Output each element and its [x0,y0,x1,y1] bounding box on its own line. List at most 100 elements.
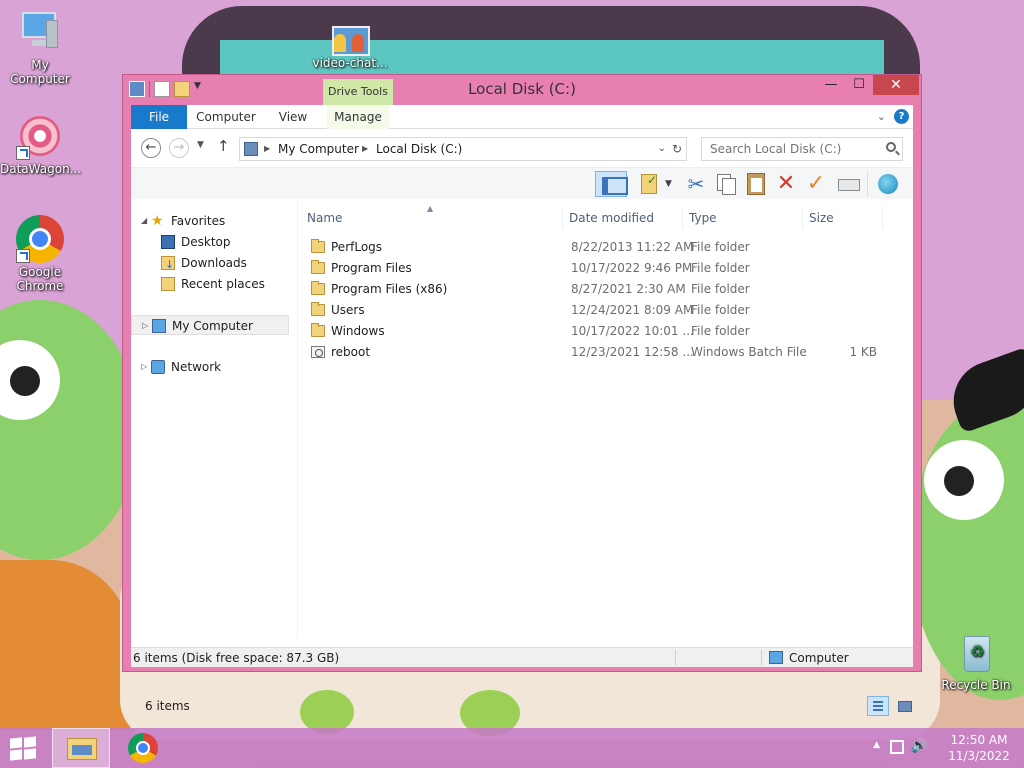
help-button[interactable]: ? [894,109,909,124]
navigation-pane-layout-button[interactable] [595,171,628,197]
minimize-button[interactable]: — [817,75,845,95]
recent-locations-chevron-icon[interactable]: ▼ [197,140,204,150]
column-header-size[interactable]: Size [803,207,883,229]
file-row[interactable]: Users 12/24/2021 8:09 AM File folder [301,300,901,321]
large-icons-view-button[interactable] [893,696,915,716]
file-list: ▲ Name Date modified Type Size PerfLogs … [301,199,913,639]
pane-splitter[interactable] [297,199,298,639]
tab-computer[interactable]: Computer [195,105,257,129]
maximize-button[interactable]: ☐ [845,75,873,95]
address-bar[interactable]: ▶ My Computer ▶ Local Disk (C:) ⌄ ↻ [239,137,687,161]
file-row[interactable]: Program Files 10/17/2022 9:46 PM File fo… [301,258,901,279]
column-header-type[interactable]: Type [683,207,803,229]
desktop-icon-video-chat[interactable]: video-chat... [310,20,390,70]
rename-button[interactable]: ✓ [803,171,829,197]
properties-button[interactable]: ✓ [637,171,663,197]
desktop-icon-datawagon[interactable]: DataWagon... [0,112,81,176]
expand-arrow-icon[interactable]: ▷ [141,357,147,377]
sidebar-item-favorites[interactable]: ◢ ★ Favorites [131,211,289,231]
address-history-chevron-icon[interactable]: ⌄ [658,138,666,160]
title-bar[interactable]: Local Disk (C:) ▼ Drive Tools — ☐ ✕ [123,75,921,105]
folder-icon [311,323,325,337]
status-bar: 6 items (Disk free space: 87.3 GB) Compu… [131,647,913,667]
breadcrumb-local-disk[interactable]: Local Disk (C:) [376,138,462,160]
expand-arrow-icon[interactable]: ▷ [142,316,148,336]
file-type: File folder [691,261,750,275]
desktop-icon-label: video-chat... [312,56,388,70]
close-button[interactable]: ✕ [873,75,919,95]
breadcrumb-separator-icon[interactable]: ▶ [362,138,368,160]
new-folder-icon[interactable] [174,81,190,97]
file-row[interactable]: Windows 10/17/2022 10:01 ... File folder [301,321,901,342]
start-button[interactable] [10,736,38,761]
drive-button[interactable] [835,171,861,197]
properties-icon[interactable] [154,81,170,97]
cut-button[interactable]: ✂ [683,171,709,197]
file-name: Program Files (x86) [331,282,448,296]
clock[interactable]: 12:50 AM 11/3/2022 [942,732,1016,764]
column-header-name[interactable]: ▲ Name [301,205,563,229]
file-date: 10/17/2022 9:46 PM [571,261,693,275]
paste-button[interactable] [743,171,769,197]
sidebar-item-downloads[interactable]: Downloads [131,253,289,275]
video-chat-icon [326,20,374,56]
volume-icon[interactable]: 🔊 [911,738,928,754]
file-date: 8/27/2021 2:30 AM [571,282,686,296]
computer-icon [769,651,783,664]
taskbar-file-explorer[interactable] [52,728,110,768]
copy-button[interactable] [713,171,739,197]
folder-icon [311,281,325,295]
tab-manage[interactable]: Manage [327,105,389,129]
breadcrumb-separator-icon[interactable]: ▶ [264,138,270,160]
delete-button[interactable]: ✕ [773,171,799,197]
back-button[interactable]: ← [141,138,161,158]
search-box[interactable] [701,137,903,161]
file-row[interactable]: reboot 12/23/2021 12:58 ... Windows Batc… [301,342,901,363]
ribbon-tabs: File Computer View Manage ⌄ ? [131,105,913,129]
desktop-icon-my-computer[interactable]: My Computer [0,8,80,86]
desktop-icon-label: My Computer [10,58,70,86]
column-header-date-modified[interactable]: Date modified [563,207,683,229]
file-type: File folder [691,303,750,317]
breadcrumb-my-computer[interactable]: My Computer [278,138,359,160]
taskbar: ▲ 🔊 12:50 AM 11/3/2022 [0,728,1024,768]
taskbar-google-chrome[interactable] [114,728,172,768]
file-row[interactable]: Program Files (x86) 8/27/2021 2:30 AM Fi… [301,279,901,300]
item-count: 6 items [145,699,190,713]
folder-icon [311,260,325,274]
file-row[interactable]: PerfLogs 8/22/2013 11:22 AM File folder [301,237,901,258]
collapse-arrow-icon[interactable]: ◢ [141,211,147,231]
file-name: PerfLogs [331,240,383,254]
expand-ribbon-chevron-icon[interactable]: ⌄ [877,110,886,123]
properties-chevron-icon[interactable]: ▼ [665,171,677,197]
globe-button[interactable] [875,171,901,197]
sidebar-item-recent-places[interactable]: Recent places [131,274,289,294]
explorer-window: Local Disk (C:) ▼ Drive Tools — ☐ ✕ File… [122,74,922,716]
customize-qat-chevron-icon[interactable]: ▼ [194,81,210,97]
file-name: reboot [331,345,371,359]
details-view-button[interactable] [867,696,889,716]
sidebar-item-desktop[interactable]: Desktop [131,232,289,252]
computer-icon [152,319,166,333]
desktop-icon-google-chrome[interactable]: Google Chrome [0,215,80,293]
search-icon[interactable] [886,142,896,152]
explorer-content: ← → ▼ ↑ ▶ My Computer ▶ Local Disk (C:) … [131,129,913,716]
datawagon-icon [16,112,64,160]
forward-button[interactable]: → [169,138,189,158]
network-icon [151,360,165,374]
sidebar-item-network[interactable]: ▷ Network [131,357,289,377]
search-input[interactable] [702,138,882,160]
network-status-icon[interactable] [890,740,904,754]
tab-view[interactable]: View [273,105,313,129]
explorer-icon[interactable] [129,81,145,97]
desktop-icon-label: Google Chrome [16,265,64,293]
recycle-bin-icon [952,632,1000,676]
file-date: 12/23/2021 12:58 ... [571,345,694,359]
computer-icon [16,8,64,56]
tab-file[interactable]: File [131,105,187,129]
refresh-icon[interactable]: ↻ [672,138,682,160]
show-hidden-icons-chevron-icon[interactable]: ▲ [873,740,880,750]
up-button[interactable]: ↑ [217,137,230,155]
desktop-icon-recycle-bin[interactable]: Recycle Bin [936,632,1016,692]
sidebar-item-my-computer[interactable]: ▷ My Computer [131,315,289,335]
